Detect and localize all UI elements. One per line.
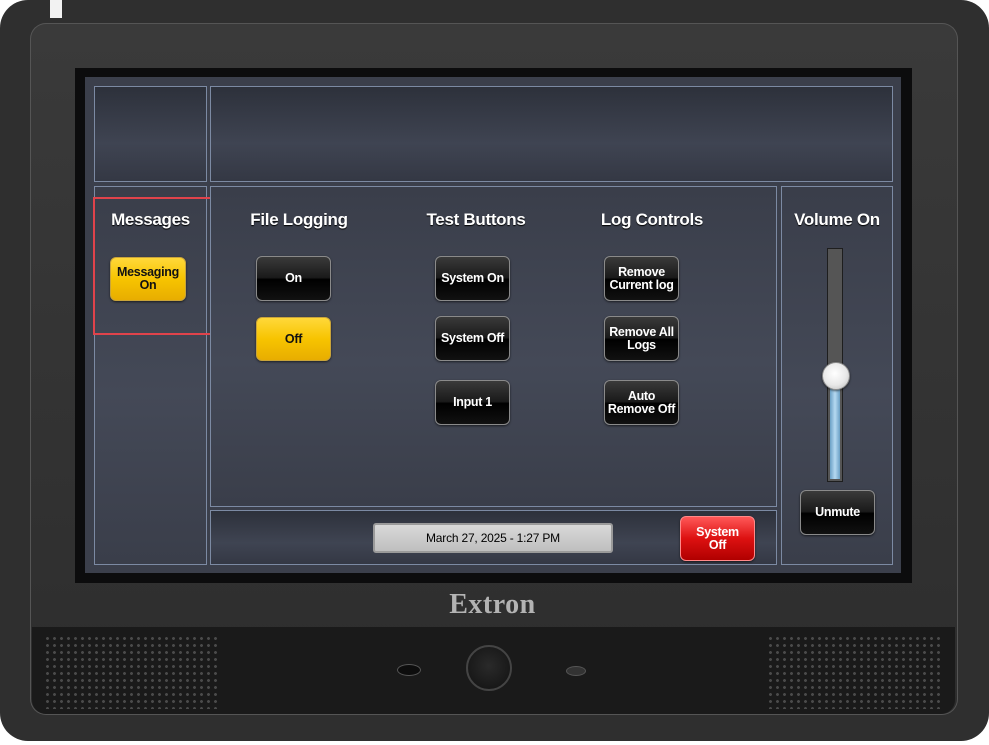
auto-remove-off-button[interactable]: Auto Remove Off <box>604 380 679 425</box>
file-logging-heading: File Logging <box>250 210 348 229</box>
log-controls-heading: Log Controls <box>600 210 704 229</box>
input-1-button[interactable]: Input 1 <box>435 380 510 425</box>
home-button[interactable] <box>466 645 512 691</box>
date-time-display: March 27, 2025 - 1:27 PM <box>373 523 613 553</box>
unmute-button[interactable]: Unmute <box>800 490 875 535</box>
status-led <box>566 666 586 676</box>
test-buttons-heading: Test Buttons <box>426 210 526 229</box>
remove-current-log-button[interactable]: Remove Current log <box>604 256 679 301</box>
system-off-test-button[interactable]: System Off <box>435 316 510 361</box>
light-sensor <box>397 664 421 676</box>
top-left-panel <box>94 86 207 182</box>
system-on-test-button[interactable]: System On <box>435 256 510 301</box>
file-logging-off-button[interactable]: Off <box>256 317 331 361</box>
brand-logo: Extron <box>449 589 536 620</box>
selection-highlight <box>93 197 221 335</box>
header-panel <box>210 86 893 182</box>
left-speaker-grille <box>44 635 220 709</box>
top-edge-notch <box>50 0 62 18</box>
right-speaker-grille <box>767 635 943 709</box>
file-logging-on-button[interactable]: On <box>256 256 331 301</box>
volume-slider-fill <box>830 376 840 479</box>
remove-all-logs-button[interactable]: Remove All Logs <box>604 316 679 361</box>
volume-heading: Volume On <box>794 210 880 229</box>
system-off-button[interactable]: System Off <box>680 516 755 561</box>
volume-slider-handle[interactable] <box>822 362 850 390</box>
